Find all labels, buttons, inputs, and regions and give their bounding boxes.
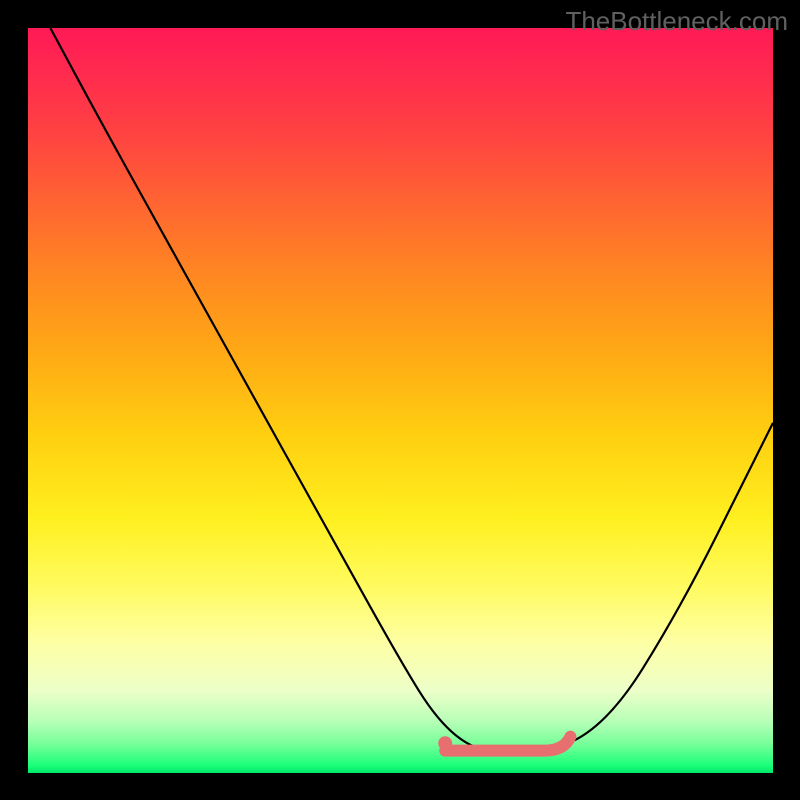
optimal-range-highlight bbox=[445, 737, 570, 751]
chart-plot-area bbox=[28, 28, 773, 773]
bottleneck-curve-path bbox=[50, 28, 773, 751]
watermark-text: TheBottleneck.com bbox=[565, 6, 788, 37]
optimal-point-dot bbox=[438, 736, 452, 750]
bottleneck-curve bbox=[28, 28, 773, 773]
